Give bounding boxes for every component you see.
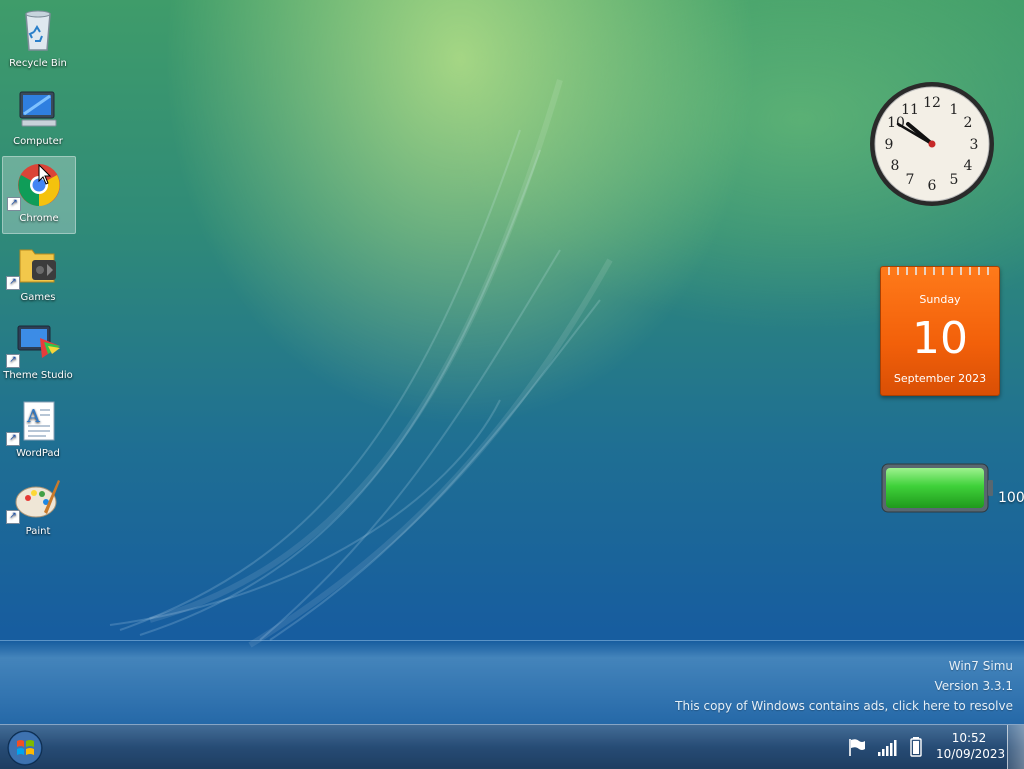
clock-numeral: 11 xyxy=(901,102,919,118)
clock-numeral: 2 xyxy=(964,115,973,131)
desktop-icon-label: Recycle Bin xyxy=(9,58,67,69)
activation-watermark[interactable]: Win7 Simu Version 3.3.1 This copy of Win… xyxy=(675,656,1013,716)
tray-time: 10:52 xyxy=(951,731,987,745)
games-folder-icon xyxy=(19,249,56,283)
clock-face: 12 1 2 3 4 5 6 7 8 9 10 11 xyxy=(870,82,994,206)
watermark-version: Version 3.3.1 xyxy=(934,679,1013,693)
calendar-rings xyxy=(888,267,989,275)
clock-numeral: 8 xyxy=(891,158,900,174)
watermark-app-name: Win7 Simu xyxy=(948,659,1013,673)
calendar-day-number: 10 xyxy=(912,313,968,364)
desktop-icon-paint[interactable]: ↗ Paint xyxy=(2,470,74,546)
clock-numeral: 12 xyxy=(923,95,941,111)
shortcut-arrow-icon: ↗ xyxy=(6,354,20,368)
desktop-icon-label: Paint xyxy=(25,526,51,537)
desktop-icon-computer[interactable]: Computer xyxy=(2,80,74,156)
watermark-ads-link[interactable]: This copy of Windows contains ads, click… xyxy=(675,696,1013,716)
calendar-gadget[interactable]: Sunday 10 September 2023 xyxy=(880,266,1000,396)
shortcut-arrow-icon: ↗ xyxy=(7,197,21,211)
battery-gadget[interactable] xyxy=(880,460,994,516)
clock-numeral: 9 xyxy=(885,137,894,153)
show-desktop-button[interactable] xyxy=(1007,725,1024,769)
battery-gauge xyxy=(881,463,993,513)
shortcut-arrow-icon: ↗ xyxy=(6,276,20,290)
clock-numeral: 3 xyxy=(970,137,979,153)
network-signal-icon[interactable] xyxy=(876,737,898,757)
desktop-icon-label: Theme Studio xyxy=(3,370,73,381)
wordpad-icon: A xyxy=(23,401,55,441)
battery-icon[interactable] xyxy=(906,737,928,757)
action-center-flag-icon[interactable] xyxy=(846,737,868,757)
paint-icon xyxy=(15,480,60,518)
desktop-icon-label: Games xyxy=(20,292,56,303)
clock-numeral: 5 xyxy=(950,172,959,188)
desktop-icon-label: Chrome xyxy=(19,213,59,224)
desktop-icon-games[interactable]: ↗ Games xyxy=(2,236,74,312)
recycle-bin-icon xyxy=(25,10,51,51)
battery-percent-label: 100 xyxy=(998,490,1024,506)
clock-numeral: 4 xyxy=(964,158,973,174)
windows-start-orb-icon[interactable] xyxy=(6,729,44,767)
mouse-cursor-icon xyxy=(38,164,52,185)
desktop-icon-label: WordPad xyxy=(16,448,60,459)
desktop-icon-recycle-bin[interactable]: Recycle Bin xyxy=(2,2,74,78)
battery-fill xyxy=(886,468,984,508)
calendar-month-year: September 2023 xyxy=(893,372,987,385)
tray-clock[interactable]: 10:52 10/09/2023 xyxy=(936,730,1006,762)
theme-studio-icon xyxy=(17,325,60,358)
shortcut-arrow-icon: ↗ xyxy=(6,510,20,524)
desktop-icon-theme-studio[interactable]: ↗ Theme Studio xyxy=(2,314,74,390)
clock-numeral: 1 xyxy=(950,102,959,118)
svg-text:A: A xyxy=(26,406,41,427)
clock-numeral: 7 xyxy=(906,172,915,188)
tray-date: 10/09/2023 xyxy=(936,747,1006,761)
taskbar: 10:52 10/09/2023 xyxy=(0,724,1024,769)
clock-gadget[interactable]: 12 1 2 3 4 5 6 7 8 9 10 11 xyxy=(868,80,996,208)
computer-icon xyxy=(19,91,57,127)
clock-numeral: 6 xyxy=(928,178,937,194)
shortcut-arrow-icon: ↗ xyxy=(6,432,20,446)
desktop-icon-wordpad[interactable]: A ↗ WordPad xyxy=(2,392,74,468)
desktop-icon-label: Computer xyxy=(13,136,63,147)
calendar-weekday: Sunday xyxy=(919,293,961,306)
